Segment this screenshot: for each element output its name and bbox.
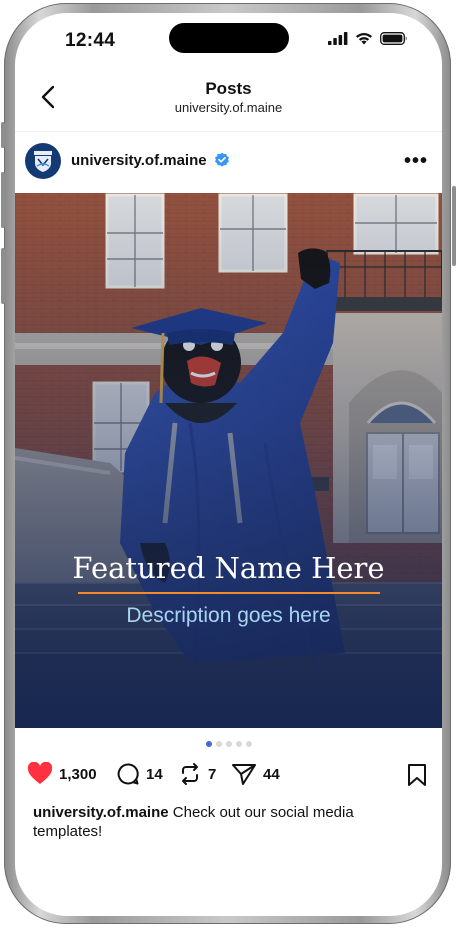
- carousel-dots: [15, 741, 442, 747]
- like-count: 1,300: [59, 765, 97, 783]
- comment-button[interactable]: 14: [116, 762, 163, 786]
- repost-count: 7: [208, 765, 217, 783]
- carousel-dot[interactable]: [235, 741, 242, 747]
- post-header: university.of.maine •••: [15, 138, 442, 190]
- status-icons: [328, 32, 408, 45]
- repost-button[interactable]: 7: [178, 762, 216, 786]
- share-count: 44: [263, 765, 280, 783]
- post-actions: 1,300 14 7 44: [15, 757, 442, 793]
- verified-badge-icon: [215, 152, 229, 167]
- caption-username[interactable]: university.of.maine: [33, 804, 169, 821]
- signal-icon: [328, 32, 348, 45]
- send-icon: [232, 764, 256, 785]
- repost-icon: [182, 763, 198, 785]
- battery-icon: [380, 32, 407, 45]
- carousel-dot-active[interactable]: [205, 741, 212, 747]
- comment-count: 14: [146, 765, 163, 783]
- bookmark-icon[interactable]: [407, 763, 427, 787]
- carousel-dot[interactable]: [245, 741, 252, 747]
- share-button[interactable]: 44: [231, 762, 280, 786]
- post-username[interactable]: university.of.maine: [71, 152, 207, 169]
- post-photo: [15, 193, 442, 728]
- carousel-dot[interactable]: [225, 741, 232, 747]
- heart-icon: [27, 762, 53, 784]
- status-bar: 12:44: [15, 13, 442, 67]
- post-caption: university.of.maine Check out our social…: [33, 803, 413, 841]
- comment-icon: [117, 763, 139, 785]
- status-time: 12:44: [65, 30, 116, 51]
- carousel-dot[interactable]: [215, 741, 222, 747]
- featured-description: Description goes here: [126, 604, 331, 627]
- featured-name: Featured Name Here: [72, 551, 385, 585]
- page-subtitle: university.of.maine: [174, 100, 283, 115]
- post-image[interactable]: Featured Name Here Description goes here: [15, 193, 442, 728]
- more-dots-icon[interactable]: •••: [404, 150, 428, 173]
- title-divider: [78, 592, 380, 594]
- action-button: [1, 122, 5, 148]
- dynamic-island: [169, 23, 289, 53]
- volume-up-button: [1, 172, 5, 228]
- university-logo-icon: [34, 151, 52, 172]
- power-button: [452, 186, 456, 266]
- page-title: Posts: [205, 79, 252, 98]
- top-nav: Posts university.of.maine: [15, 69, 442, 132]
- wifi-icon: [356, 33, 372, 45]
- phone-screen: 12:44 Posts university.of.maine universi…: [15, 13, 442, 916]
- avatar[interactable]: [25, 143, 61, 179]
- like-button[interactable]: 1,300: [27, 762, 97, 786]
- volume-down-button: [1, 248, 5, 304]
